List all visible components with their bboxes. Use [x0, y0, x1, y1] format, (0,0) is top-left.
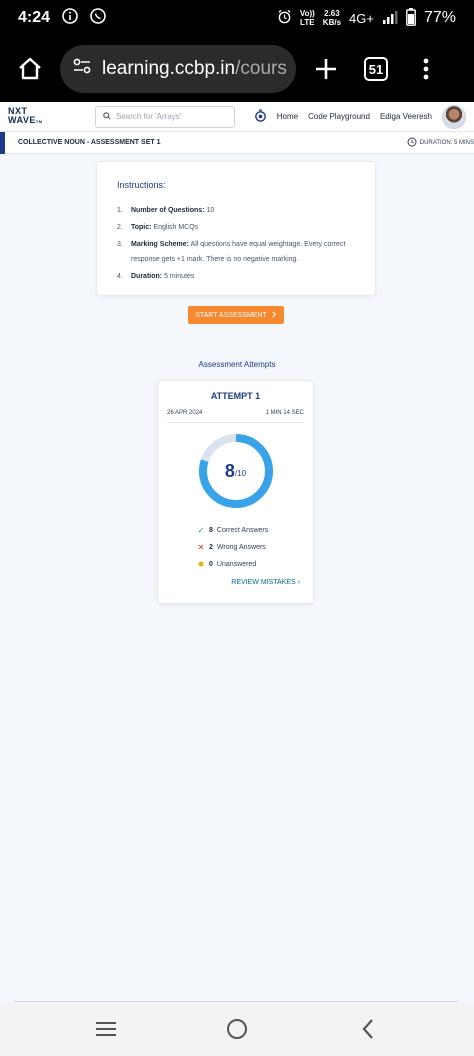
search-icon: [103, 111, 111, 122]
tab-count: 51: [364, 57, 388, 81]
instruction-item: 4. Duration: 5 minutes: [117, 273, 195, 280]
search-input[interactable]: Search for 'Arrays': [95, 105, 235, 128]
battery-percent: 77%: [423, 9, 456, 26]
instruction-item: 1. Number of Questions: 10: [117, 207, 215, 214]
instruction-item: 3. Marking Scheme: All questions have equ…: [117, 241, 346, 263]
instructions-card: Instructions: 1. Number of Questions: 10 …: [96, 161, 376, 296]
attempt-time-taken: 1 MIN 14 SEC: [265, 410, 304, 416]
assessment-title: COLLECTIVE NOUN - ASSESSMENT SET 1: [18, 139, 161, 146]
network-speed: 2.63 KB/s: [322, 9, 342, 27]
dot-icon: [197, 560, 205, 569]
avatar[interactable]: [442, 104, 466, 129]
stopwatch-icon[interactable]: [254, 109, 267, 124]
search-placeholder: Search for 'Arrays': [116, 112, 182, 121]
attempts-heading: Assessment Attempts: [198, 360, 276, 369]
whatsapp-icon: [90, 8, 106, 28]
unanswered-row: 0 Unanswered: [197, 556, 304, 573]
alarm-icon: [277, 9, 292, 27]
more-vert-icon[interactable]: [406, 49, 446, 89]
nav-home-link[interactable]: Home: [277, 112, 298, 121]
url-text: learning.ccbp.in/cours: [102, 58, 287, 79]
back-icon[interactable]: [346, 1007, 390, 1051]
cross-icon: ✕: [197, 543, 205, 552]
home-circle-icon[interactable]: [215, 1007, 259, 1051]
address-bar[interactable]: learning.ccbp.in/cours: [60, 45, 296, 93]
volte-indicator: Vo)) LTE: [299, 9, 315, 27]
assessment-subheader: COLLECTIVE NOUN - ASSESSMENT SET 1 DURAT…: [0, 132, 474, 154]
status-time: 4:24: [18, 9, 51, 26]
score-value: 8/10: [224, 460, 247, 481]
review-mistakes-link[interactable]: REVIEW MISTAKES ›: [167, 579, 300, 586]
instructions-title: Instructions:: [117, 180, 166, 190]
score-ring: 8/10: [197, 432, 275, 510]
tab-switcher-button[interactable]: 51: [356, 49, 396, 89]
nav-code-playground-link[interactable]: Code Playground: [308, 112, 370, 121]
attempt-title: ATTEMPT 1: [210, 391, 261, 401]
site-settings-icon[interactable]: [72, 56, 92, 82]
attempt-date: 26 APR 2024: [167, 410, 203, 416]
signal-icon: [382, 10, 398, 27]
home-icon[interactable]: [10, 49, 50, 89]
result-legend: ✓ 8 Correct Answers ✕ 2 Wrong Answers 0 Una…: [197, 522, 304, 573]
instructions-list: 1. Number of Questions: 10 2. Topic: Engli…: [117, 203, 355, 284]
check-icon: ✓: [197, 526, 205, 535]
user-name[interactable]: Ediga Veeresh: [380, 112, 432, 121]
clock-icon: [407, 137, 417, 149]
recent-apps-icon[interactable]: [84, 1007, 128, 1051]
correct-answers-row: ✓ 8 Correct Answers: [197, 526, 269, 535]
start-assessment-button[interactable]: START ASSESSMENT: [188, 306, 284, 324]
browser-toolbar: learning.ccbp.in/cours 51: [0, 36, 474, 102]
duration-indicator: DURATION: 5 MINS: [407, 137, 474, 149]
chevron-right-icon: ›: [297, 579, 300, 586]
plus-icon[interactable]: [306, 49, 346, 89]
battery-icon: [406, 7, 416, 29]
nxtwave-logo[interactable]: NXT WAVETM: [8, 107, 92, 126]
site-header: NXT WAVETM Search for 'Arrays' Home Code…: [0, 102, 474, 132]
web-page: NXT WAVETM Search for 'Arrays' Home Code…: [0, 102, 474, 1002]
status-bar: 4:24 Vo)) LTE 2.63 KB/s 4G+ 77%: [0, 0, 474, 36]
wrong-answers-row: ✕ 2 Wrong Answers: [197, 543, 266, 552]
android-nav-bar: [0, 1002, 474, 1056]
instruction-item: 2. Topic: English MCQs: [117, 224, 199, 231]
chevron-right-icon: [271, 310, 277, 320]
info-icon: [62, 8, 78, 28]
network-type: 4G+: [349, 10, 374, 26]
attempt-card: ATTEMPT 1 26 APR 2024 1 MIN 14 SEC 8/10 …: [157, 380, 314, 604]
attempt-meta: 26 APR 2024 1 MIN 14 SEC: [167, 410, 304, 423]
